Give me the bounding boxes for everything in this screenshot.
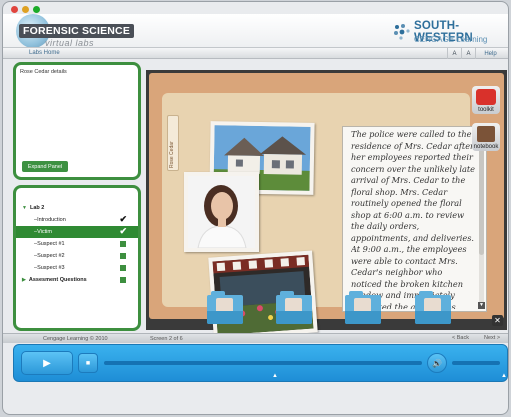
expanded-triangle-icon: ▼ [22,205,27,211]
stop-button[interactable]: ■ [78,353,98,373]
case-file-tab[interactable]: Rose Cedar [167,115,179,171]
volume-button[interactable]: 🔊 [427,353,447,373]
case-file-tab-label: Rose Cedar [169,141,175,168]
status-bar: Cengage Learning © 2010 Screen 2 of 6 < … [3,333,508,343]
victim-portrait-photo[interactable] [184,172,259,252]
nav-item-label: Suspect #3 [37,265,65,271]
app-window: FORENSIC SCIENCE virtual labs SOUTH-WEST… [2,1,509,415]
publisher-logo-icon [394,24,410,40]
case-notes-scrollbar[interactable] [479,133,484,305]
scroll-down-arrow-icon[interactable]: ▼ [478,302,485,309]
nav-item-suspect-3[interactable]: – Suspect #3 [16,262,138,274]
folder-front [415,311,451,324]
folder-front [345,311,381,324]
window-controls [11,6,40,13]
case-notes-text: The police were called to the residence … [351,129,475,309]
nav-item-label: Introduction [37,217,66,223]
back-button[interactable]: < Back [452,335,469,341]
speaker-icon: 🔊 [432,358,442,368]
caret-up-icon: ▲ [501,373,507,379]
incomplete-status-icon [120,277,126,283]
incomplete-status-icon [120,241,126,247]
case-stage: Rose Cedar The police were called to the… [146,70,507,340]
nav-assessment-label: Assesment Questions [28,277,87,283]
desk-background: Rose Cedar The police were called to the… [149,73,504,340]
notebook-icon [477,126,495,142]
media-player: ▶ ■ 🔊 ▲ ▲ [13,344,508,382]
top-toolbar: Labs Home A A Help [3,47,508,59]
notebook-label: notebook [473,144,499,150]
incomplete-status-icon [120,253,126,259]
increase-text-button[interactable]: A [461,48,475,59]
zoom-window-button[interactable] [33,6,40,13]
case-folder: Rose Cedar The police were called to the… [162,93,487,340]
expand-panel-button[interactable]: Expand Panel [22,161,68,172]
decrease-text-button[interactable]: A [447,48,461,59]
close-window-button[interactable] [11,6,18,13]
details-panel-title: Rose Cedar details [20,69,67,75]
copyright-text: Cengage Learning © 2010 [43,336,108,342]
toolkit-label: toolkit [478,107,494,113]
notebook-button[interactable]: notebook [472,123,500,151]
nav-item-introduction[interactable]: – Introduction ✔ [16,214,138,226]
toolkit-button[interactable]: toolkit [472,86,500,114]
victim-portrait-image [188,176,255,249]
details-panel: Rose Cedar details Expand Panel [13,62,141,180]
app-header: FORENSIC SCIENCE virtual labs SOUTH-WEST… [3,14,508,48]
lab-navigation-panel: ▼ Lab 2 – Introduction ✔ – Victim ✔ – Su… [13,185,141,331]
nav-assessment-questions[interactable]: ▶ Assesment Questions [16,274,138,286]
volume-slider[interactable] [452,361,500,365]
suspect-folder-3[interactable] [345,291,381,324]
nav-lab-2[interactable]: ▼ Lab 2 [16,202,138,214]
labs-home-link[interactable]: Labs Home [29,50,60,56]
lab-navigation-list: ▼ Lab 2 – Introduction ✔ – Victim ✔ – Su… [16,202,138,286]
case-notes-card: The police were called to the residence … [342,126,487,312]
incomplete-status-icon [120,265,126,271]
nav-item-victim[interactable]: – Victim ✔ [16,226,138,238]
play-button[interactable]: ▶ [21,351,73,375]
suspect-folder-1[interactable] [207,291,243,324]
play-icon: ▶ [43,357,51,369]
checkmark-icon: ✔ [119,214,127,224]
toolbox-icon [476,89,496,105]
help-link[interactable]: Help [475,48,505,59]
folder-front [276,311,312,324]
screen-counter: Screen 2 of 6 [150,336,183,342]
suspect-folder-4[interactable] [415,291,451,324]
next-button[interactable]: Next > [484,335,500,341]
minimize-window-button[interactable] [22,6,29,13]
close-icon[interactable]: ✕ [492,315,503,326]
suspect-folder-2[interactable] [276,291,312,324]
nav-item-suspect-1[interactable]: – Suspect #1 [16,238,138,250]
nav-item-label: Victim [37,229,52,235]
caret-up-icon: ▲ [272,373,278,379]
progress-track[interactable] [104,361,422,365]
nav-lab-label: Lab 2 [29,205,45,211]
nav-item-label: Suspect #1 [37,241,65,247]
app-logo-title: FORENSIC SCIENCE [19,24,135,38]
checkmark-icon: ✔ [119,226,127,236]
scrollbar-thumb[interactable] [479,135,484,255]
nav-item-label: Suspect #2 [37,253,65,259]
folder-front [207,311,243,324]
nav-item-suspect-2[interactable]: – Suspect #2 [16,250,138,262]
publisher-subtitle: CENGAGE Learning [414,35,488,44]
stop-icon: ■ [85,359,91,367]
collapsed-triangle-icon: ▶ [22,277,26,283]
